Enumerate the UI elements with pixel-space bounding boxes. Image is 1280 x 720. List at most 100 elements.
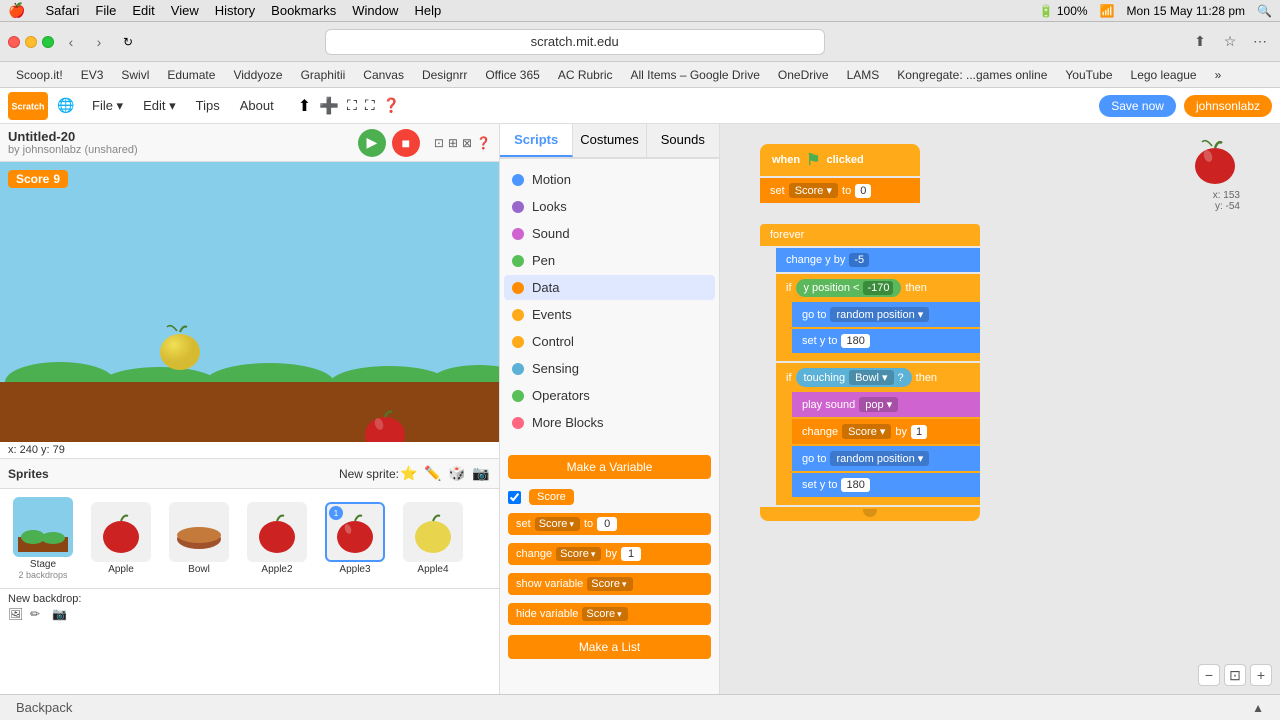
change-score-dropdown[interactable]: Score ▾ [842,424,891,439]
apple-red2-sprite[interactable] [360,402,410,442]
change-value[interactable]: 1 [621,547,641,561]
set-score-block[interactable]: set Score to 0 [508,513,711,535]
change-block[interactable]: change Score by 1 [508,543,711,565]
apple-menu[interactable]: 🍎 [8,2,25,19]
sprite-item-apple[interactable]: Apple [86,502,156,575]
minimize-button[interactable] [25,36,37,48]
forward-button[interactable]: › [88,31,110,53]
bookmark-edumate[interactable]: Edumate [159,66,223,84]
edit-dropdown[interactable]: Edit ▾ [135,94,184,118]
backdrop-from-library-icon[interactable]: 🖼 [8,607,26,625]
bookmarks-menu[interactable]: Bookmarks [271,3,336,18]
show-variable-block[interactable]: show variable Score [508,573,711,595]
change-y-block[interactable]: change y by -5 [776,248,980,272]
language-button[interactable]: 🌐 [56,96,76,116]
score-variable-badge[interactable]: Score [529,489,574,505]
bookmark-acrubric[interactable]: AC Rubric [550,66,621,84]
bookmark-googledrive[interactable]: All Items – Google Drive [623,66,768,84]
hide-var-dropdown[interactable]: Score [582,607,627,621]
close-button[interactable] [8,36,20,48]
show-var-block[interactable]: show variable Score [508,573,711,595]
go-to-random-1-block[interactable]: go to random position ▾ [792,302,980,327]
bookmark-lams[interactable]: LAMS [839,66,888,84]
set-y-to-180-1-block[interactable]: set y to 180 [792,329,980,353]
change-var-dropdown[interactable]: Score [556,547,601,561]
history-menu[interactable]: History [215,3,255,18]
bookmark-add-button[interactable]: ☆ [1218,30,1242,54]
stop-button[interactable]: ■ [392,129,420,157]
if-condition-1-header[interactable]: if y position < -170 then [776,274,980,302]
set-y-value-2[interactable]: 180 [841,478,869,492]
stage-help-icon[interactable]: ❓ [476,136,491,150]
file-menu[interactable]: File [95,3,116,18]
category-pen[interactable]: Pen [504,248,715,273]
set-y-value-1[interactable]: 180 [841,334,869,348]
category-motion[interactable]: Motion [504,167,715,192]
hide-var-block[interactable]: hide variable Score [508,603,711,625]
sprite-surprise-icon[interactable]: 🎲 [447,464,467,484]
random-position-dropdown-1[interactable]: random position ▾ [830,307,929,322]
bookmark-onedrive[interactable]: OneDrive [770,66,837,84]
zoom-reset-button[interactable]: ⊡ [1224,664,1246,686]
stage-presentation-icon[interactable]: ⊠ [462,136,472,150]
stage-small-icon[interactable]: ⊡ [434,136,444,150]
back-button[interactable]: ‹ [60,31,82,53]
backpack-bar[interactable]: Backpack ▲ [0,694,1280,720]
reload-button[interactable]: ↻ [116,30,140,54]
bookmark-viddyoze[interactable]: Viddyoze [225,66,290,84]
change-y-value[interactable]: -5 [849,253,869,267]
green-flag-button[interactable]: ▶ [358,129,386,157]
sprite-item-apple4[interactable]: Apple4 [398,502,468,575]
bookmark-office365[interactable]: Office 365 [477,66,547,84]
bookmark-youtube[interactable]: YouTube [1057,66,1120,84]
category-sensing[interactable]: Sensing [504,356,715,381]
y-threshold[interactable]: -170 [863,281,893,295]
set-y-to-180-2-block[interactable]: set y to 180 [792,473,980,497]
change-score-block[interactable]: change Score ▾ by 1 [792,419,980,444]
bookmark-graphitii[interactable]: Graphitii [293,66,354,84]
maximize-button[interactable] [42,36,54,48]
make-variable-button[interactable]: Make a Variable [508,455,711,479]
category-sound[interactable]: Sound [504,221,715,246]
show-var-dropdown[interactable]: Score [587,577,632,591]
category-events[interactable]: Events [504,302,715,327]
sound-dropdown[interactable]: pop ▾ [859,397,898,412]
help-icon[interactable]: ❓ [383,97,400,114]
bookmark-canvas[interactable]: Canvas [355,66,412,84]
category-more-blocks[interactable]: More Blocks [504,410,715,435]
share-button[interactable]: ⬆ [1188,30,1212,54]
address-bar[interactable]: scratch.mit.edu [325,29,825,55]
save-now-button[interactable]: Save now [1099,95,1176,117]
about-link[interactable]: About [232,94,282,117]
sprite-item-apple2[interactable]: Apple2 [242,502,312,575]
file-dropdown[interactable]: File ▾ [84,94,131,118]
set-value[interactable]: 0 [597,517,617,531]
set-score-to-0-block[interactable]: set Score ▾ to 0 [760,178,920,203]
window-menu[interactable]: Window [352,3,398,18]
tab-scripts[interactable]: Scripts [500,124,573,157]
zoom-in-button[interactable]: + [1250,664,1272,686]
sprite-from-library-icon[interactable]: ⭐ [399,464,419,484]
more-button[interactable]: ⋯ [1248,30,1272,54]
upload-icon[interactable]: ⬆ [298,96,311,116]
set-score-dropdown[interactable]: Score ▾ [789,183,838,198]
safari-menu[interactable]: Safari [45,3,79,18]
change-score-block[interactable]: change Score by 1 [508,543,711,565]
bookmark-ev3[interactable]: EV3 [73,66,112,84]
view-menu[interactable]: View [171,3,199,18]
bookmark-kongregate[interactable]: Kongregate: ...games online [889,66,1055,84]
go-to-random-2-block[interactable]: go to random position ▾ [792,446,980,471]
bowl-dropdown[interactable]: Bowl ▾ [849,370,893,385]
stage-full-icon[interactable]: ⊞ [448,136,458,150]
random-position-dropdown-2[interactable]: random position ▾ [830,451,929,466]
bookmark-swivl[interactable]: Swivl [113,66,157,84]
category-looks[interactable]: Looks [504,194,715,219]
set-to-value[interactable]: 0 [855,184,871,198]
share-icon[interactable]: ⛶ [365,97,375,114]
backdrop-camera-icon[interactable]: 📷 [52,607,70,625]
scratch-logo[interactable]: Scratch [8,92,48,120]
sprite-item-apple3[interactable]: 1 Apple3 [320,502,390,575]
score-checkbox[interactable] [508,491,521,504]
hide-variable-block[interactable]: hide variable Score [508,603,711,625]
play-sound-block[interactable]: play sound pop ▾ [792,392,980,417]
